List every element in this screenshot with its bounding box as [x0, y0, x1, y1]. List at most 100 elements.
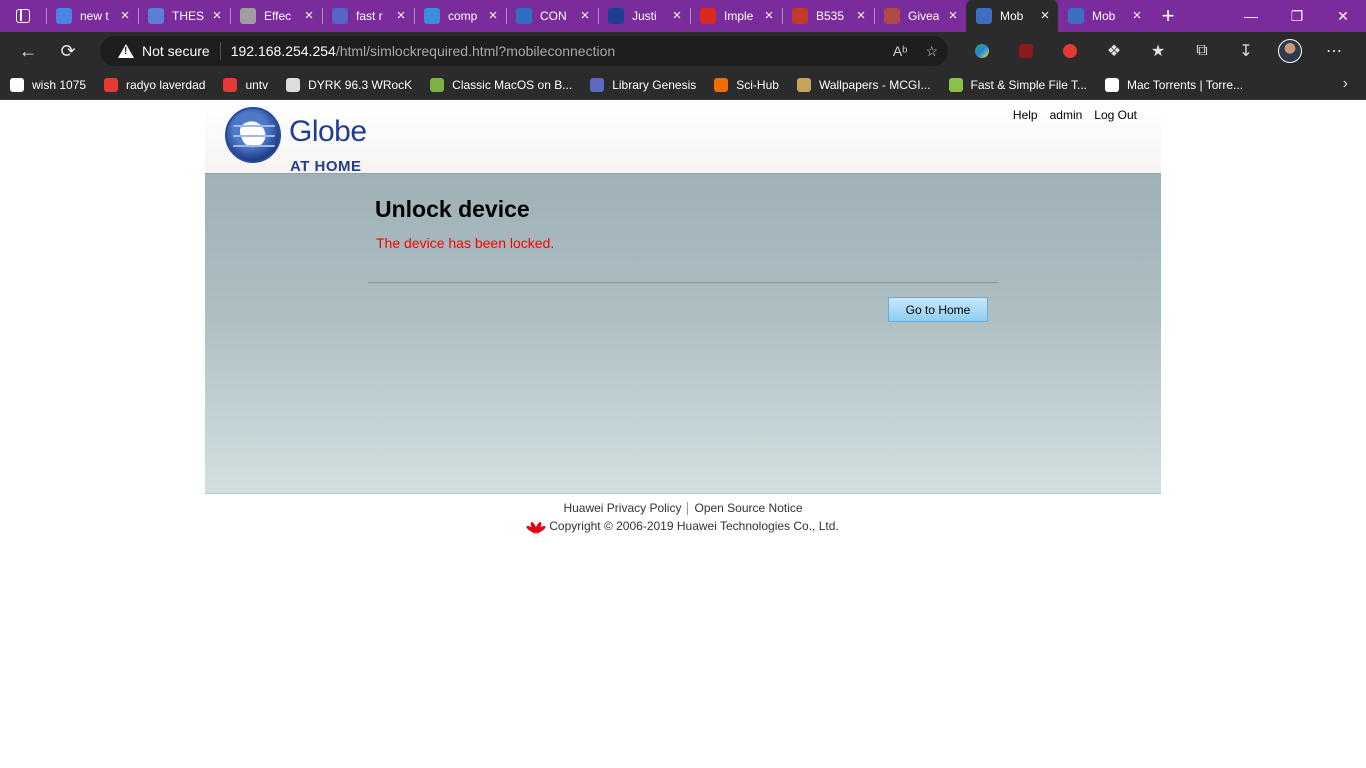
open-source-notice-link[interactable]: Open Source Notice	[694, 501, 802, 515]
tab-title: CON	[540, 9, 567, 23]
bookmarks-bar: wish 1075 radyo laverdad untv DYRK 96.3 WRo…	[0, 70, 1366, 100]
tab-close-icon[interactable]: ×	[854, 8, 868, 23]
add-favorite-icon[interactable]: ☆	[925, 43, 938, 60]
security-status[interactable]: Not secure	[142, 43, 210, 59]
maximize-button[interactable]: ❐	[1274, 0, 1320, 32]
extension-icon-1[interactable]	[960, 32, 1004, 70]
collections-icon[interactable]: ⧉	[1180, 32, 1224, 70]
browser-tab[interactable]: B535 ×	[782, 0, 874, 32]
tab-close-icon[interactable]: ×	[210, 8, 224, 23]
bookmark-favicon-icon	[796, 77, 811, 92]
tab-favicon-icon	[792, 8, 808, 24]
tab-title: Mob	[1000, 9, 1024, 23]
tab-close-icon[interactable]: ×	[1038, 8, 1052, 23]
new-tab-button[interactable]: +	[1150, 0, 1186, 32]
copyright: Copyright © 2006-2019 Huawei Technologie…	[0, 519, 1366, 534]
bookmark-item[interactable]: DYRK 96.3 WRocK	[286, 77, 412, 92]
bookmark-label: radyo laverdad	[126, 77, 206, 92]
tab-title: Effec	[264, 9, 292, 23]
extension-icon-3[interactable]	[1048, 32, 1092, 70]
tab-close-icon[interactable]: ×	[578, 8, 592, 23]
extension-icons: ❖ ★ ⧉ ↧ ⋯	[960, 32, 1356, 70]
address-separator	[219, 42, 221, 60]
bookmark-favicon-icon	[714, 77, 729, 92]
go-to-home-button[interactable]: Go to Home	[888, 297, 988, 322]
browser-tab[interactable]: Imple ×	[690, 0, 782, 32]
favorites-icon[interactable]: ★	[1136, 32, 1180, 70]
tab-favicon-icon	[240, 8, 256, 24]
bookmark-item[interactable]: wish 1075	[10, 77, 87, 92]
bookmark-favicon-icon	[10, 77, 24, 92]
browser-tab[interactable]: Mob ×	[966, 0, 1058, 32]
back-button[interactable]: ←	[8, 32, 48, 70]
tab-title: Imple	[724, 9, 754, 23]
bookmarks-overflow-chevron-icon[interactable]: ›	[1343, 75, 1348, 93]
read-aloud-icon[interactable]: Aᵇ	[893, 43, 908, 59]
browser-tab[interactable]: Mob ×	[1058, 0, 1150, 32]
bookmark-favicon-icon	[1105, 77, 1120, 92]
page-title: Unlock device	[375, 196, 530, 222]
extensions-puzzle-icon[interactable]: ❖	[1092, 32, 1136, 70]
page-footer: Huawei Privacy Policy Open Source Notice…	[0, 501, 1366, 534]
refresh-button[interactable]: ⟳	[48, 32, 88, 70]
bookmark-favicon-icon	[590, 77, 605, 92]
tab-title: B535	[816, 9, 845, 23]
bookmark-favicon-icon	[286, 77, 301, 92]
bookmark-item[interactable]: Sci-Hub	[714, 77, 779, 92]
tab-list: new t × THES × Effec × fast r × comp × CON × Justi × I…	[46, 0, 1150, 32]
bookmark-item[interactable]: Library Genesis	[590, 77, 697, 92]
minimize-button[interactable]: —	[1228, 0, 1274, 32]
browser-tab[interactable]: Givea ×	[874, 0, 966, 32]
logout-link[interactable]: Log Out	[1094, 108, 1137, 122]
tab-title: Justi	[632, 9, 657, 23]
bookmark-favicon-icon	[223, 77, 238, 92]
browser-tab[interactable]: Justi ×	[598, 0, 690, 32]
bookmark-label: Classic MacOS on B...	[452, 77, 573, 92]
back-arrow-icon: ←	[19, 40, 37, 61]
browser-tab[interactable]: Effec ×	[230, 0, 322, 32]
router-page: Globe AT HOME Help admin Log Out Unlock …	[0, 103, 1366, 768]
bookmark-item[interactable]: Classic MacOS on B...	[430, 77, 573, 92]
bookmark-item[interactable]: Fast & Simple File T...	[948, 77, 1087, 92]
settings-more-icon[interactable]: ⋯	[1312, 32, 1356, 70]
address-bar[interactable]: Not secure 192.168.254.254/html/simlockr…	[100, 36, 948, 66]
tab-close-icon[interactable]: ×	[394, 8, 408, 23]
tab-actions-menu-button[interactable]	[0, 0, 46, 32]
tab-close-icon[interactable]: ×	[1130, 8, 1144, 23]
content-divider	[368, 282, 998, 283]
bookmark-label: Library Genesis	[612, 77, 697, 92]
bookmark-label: Wallpapers - MCGI...	[818, 77, 931, 92]
tab-close-icon[interactable]: ×	[486, 8, 500, 23]
tab-close-icon[interactable]: ×	[118, 8, 132, 23]
close-window-button[interactable]: ✕	[1320, 0, 1366, 32]
tab-close-icon[interactable]: ×	[946, 8, 960, 23]
user-link[interactable]: admin	[1050, 108, 1083, 122]
bookmark-item[interactable]: Wallpapers - MCGI...	[796, 77, 931, 92]
browser-tab[interactable]: CON ×	[506, 0, 598, 32]
browser-tab[interactable]: fast r ×	[322, 0, 414, 32]
browser-tab[interactable]: comp ×	[414, 0, 506, 32]
privacy-policy-link[interactable]: Huawei Privacy Policy	[563, 501, 681, 515]
help-link[interactable]: Help	[1013, 108, 1038, 122]
footer-separator	[687, 501, 689, 515]
tab-close-icon[interactable]: ×	[302, 8, 316, 23]
bookmark-item[interactable]: Mac Torrents | Torre...	[1105, 77, 1244, 92]
url-host: 192.168.254.254	[230, 43, 336, 59]
tab-close-icon[interactable]: ×	[762, 8, 776, 23]
address-bar-actions: Aᵇ ☆	[893, 36, 938, 66]
ublock-icon[interactable]	[1004, 32, 1048, 70]
page-header: Globe AT HOME Help admin Log Out	[205, 103, 1161, 175]
browser-tab[interactable]: THES ×	[138, 0, 230, 32]
bookmark-item[interactable]: untv	[223, 77, 268, 92]
copyright-text: Copyright © 2006-2019 Huawei Technologie…	[549, 519, 839, 533]
browser-tab[interactable]: new t ×	[46, 0, 138, 32]
header-links: Help admin Log Out	[1013, 108, 1137, 122]
bookmark-label: wish 1075	[32, 77, 87, 92]
tab-title: comp	[448, 9, 478, 23]
tab-close-icon[interactable]: ×	[670, 8, 684, 23]
downloads-icon[interactable]: ↧	[1224, 32, 1268, 70]
profile-avatar[interactable]	[1268, 32, 1312, 70]
tab-favicon-icon	[700, 8, 716, 24]
bookmark-label: Mac Torrents | Torre...	[1127, 77, 1244, 92]
bookmark-item[interactable]: radyo laverdad	[104, 77, 206, 92]
